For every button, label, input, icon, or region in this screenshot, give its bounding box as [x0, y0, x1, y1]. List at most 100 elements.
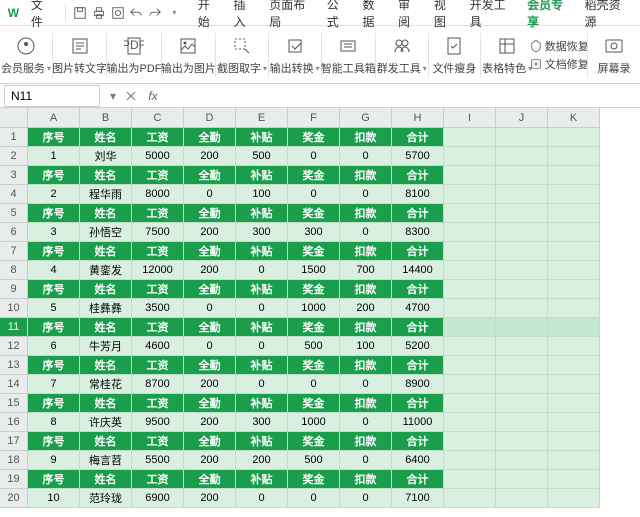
cell[interactable]: 200 — [184, 451, 236, 470]
cell[interactable] — [444, 280, 496, 299]
cell[interactable]: 序号 — [28, 394, 80, 413]
ribbon-智能工具箱[interactable]: 智能工具箱 — [323, 30, 373, 80]
menu-file[interactable]: 文件 — [25, 0, 59, 33]
cell[interactable] — [496, 394, 548, 413]
cell[interactable]: 0 — [236, 337, 288, 356]
ribbon-群发工具[interactable]: 群发工具▾ — [378, 30, 426, 80]
cell[interactable] — [548, 375, 600, 394]
cell[interactable]: 200 — [184, 261, 236, 280]
tab-3[interactable]: 公式 — [321, 0, 355, 33]
cell[interactable]: 常桂花 — [80, 375, 132, 394]
ribbon-会员服务[interactable]: 会员服务▾ — [2, 30, 50, 80]
cell[interactable]: 奖金 — [288, 394, 340, 413]
cell[interactable]: 0 — [288, 147, 340, 166]
row-header[interactable]: 4 — [0, 185, 28, 204]
cell[interactable] — [548, 451, 600, 470]
cell[interactable]: 3 — [28, 223, 80, 242]
undo-icon[interactable] — [129, 5, 144, 21]
select-all-corner[interactable] — [0, 108, 28, 128]
col-header[interactable]: J — [496, 108, 548, 128]
cell[interactable]: 姓名 — [80, 280, 132, 299]
print-icon[interactable] — [91, 5, 106, 21]
redo-icon[interactable] — [148, 5, 163, 21]
cell[interactable]: 工资 — [132, 242, 184, 261]
cell[interactable]: 全勤 — [184, 280, 236, 299]
cell[interactable]: 补贴 — [236, 394, 288, 413]
fx-icon[interactable]: fx — [144, 87, 162, 105]
row-header[interactable]: 9 — [0, 280, 28, 299]
tab-8[interactable]: 会员专享 — [521, 0, 576, 33]
cell[interactable] — [444, 432, 496, 451]
cell[interactable] — [496, 413, 548, 432]
cell[interactable] — [496, 375, 548, 394]
ribbon-数据恢复[interactable]: 数据恢复 文档修复 — [532, 30, 585, 80]
cell[interactable] — [496, 204, 548, 223]
cell[interactable] — [548, 223, 600, 242]
cell[interactable]: 4 — [28, 261, 80, 280]
cell[interactable]: 工资 — [132, 432, 184, 451]
cell[interactable]: 7 — [28, 375, 80, 394]
cell[interactable]: 2 — [28, 185, 80, 204]
cell[interactable]: 0 — [288, 185, 340, 204]
cell[interactable]: 7100 — [392, 489, 444, 508]
cell[interactable]: 姓名 — [80, 128, 132, 147]
cell[interactable]: 500 — [288, 451, 340, 470]
cell[interactable]: 范玲珑 — [80, 489, 132, 508]
cell[interactable]: 200 — [184, 147, 236, 166]
cell[interactable]: 刘华 — [80, 147, 132, 166]
cell[interactable] — [548, 356, 600, 375]
row-header[interactable]: 7 — [0, 242, 28, 261]
cell[interactable]: 0 — [340, 223, 392, 242]
cell[interactable]: 11000 — [392, 413, 444, 432]
col-header[interactable]: F — [288, 108, 340, 128]
cell[interactable] — [496, 356, 548, 375]
cell[interactable]: 补贴 — [236, 242, 288, 261]
cell[interactable]: 补贴 — [236, 166, 288, 185]
cell[interactable] — [444, 356, 496, 375]
cell[interactable]: 全勤 — [184, 166, 236, 185]
cell[interactable]: 奖金 — [288, 242, 340, 261]
cell[interactable]: 8000 — [132, 185, 184, 204]
cell[interactable]: 12000 — [132, 261, 184, 280]
cell[interactable]: 姓名 — [80, 204, 132, 223]
cell[interactable] — [496, 128, 548, 147]
preview-icon[interactable] — [110, 5, 125, 21]
tab-2[interactable]: 页面布局 — [263, 0, 318, 33]
cell[interactable]: 0 — [236, 375, 288, 394]
cell[interactable] — [548, 204, 600, 223]
cell[interactable] — [444, 337, 496, 356]
cell[interactable] — [548, 489, 600, 508]
cell[interactable]: 序号 — [28, 166, 80, 185]
cell[interactable]: 补贴 — [236, 204, 288, 223]
cell[interactable]: 8300 — [392, 223, 444, 242]
cell[interactable]: 序号 — [28, 242, 80, 261]
cell[interactable] — [444, 185, 496, 204]
cell[interactable] — [548, 299, 600, 318]
ribbon-屏幕录[interactable]: 屏幕录 — [590, 30, 638, 80]
cell[interactable]: 程华雨 — [80, 185, 132, 204]
cell[interactable]: 序号 — [28, 432, 80, 451]
cell[interactable] — [548, 261, 600, 280]
cell[interactable]: 序号 — [28, 318, 80, 337]
ribbon-输出为图片[interactable]: 输出为图片 — [164, 30, 214, 80]
cell[interactable]: 全勤 — [184, 432, 236, 451]
cell[interactable] — [444, 451, 496, 470]
cell[interactable]: 序号 — [28, 280, 80, 299]
cell[interactable]: 补贴 — [236, 318, 288, 337]
cell[interactable]: 孙悟空 — [80, 223, 132, 242]
col-header[interactable]: C — [132, 108, 184, 128]
cell[interactable]: 许庆英 — [80, 413, 132, 432]
cell[interactable]: 6900 — [132, 489, 184, 508]
tab-5[interactable]: 审阅 — [392, 0, 426, 33]
col-header[interactable]: H — [392, 108, 444, 128]
cell[interactable] — [444, 413, 496, 432]
cell[interactable]: 扣款 — [340, 356, 392, 375]
cell[interactable]: 300 — [288, 223, 340, 242]
cell[interactable]: 姓名 — [80, 470, 132, 489]
cell[interactable] — [548, 242, 600, 261]
cell[interactable] — [548, 413, 600, 432]
cell[interactable] — [548, 318, 600, 337]
col-header[interactable]: B — [80, 108, 132, 128]
cell[interactable]: 500 — [236, 147, 288, 166]
cell[interactable]: 工资 — [132, 280, 184, 299]
